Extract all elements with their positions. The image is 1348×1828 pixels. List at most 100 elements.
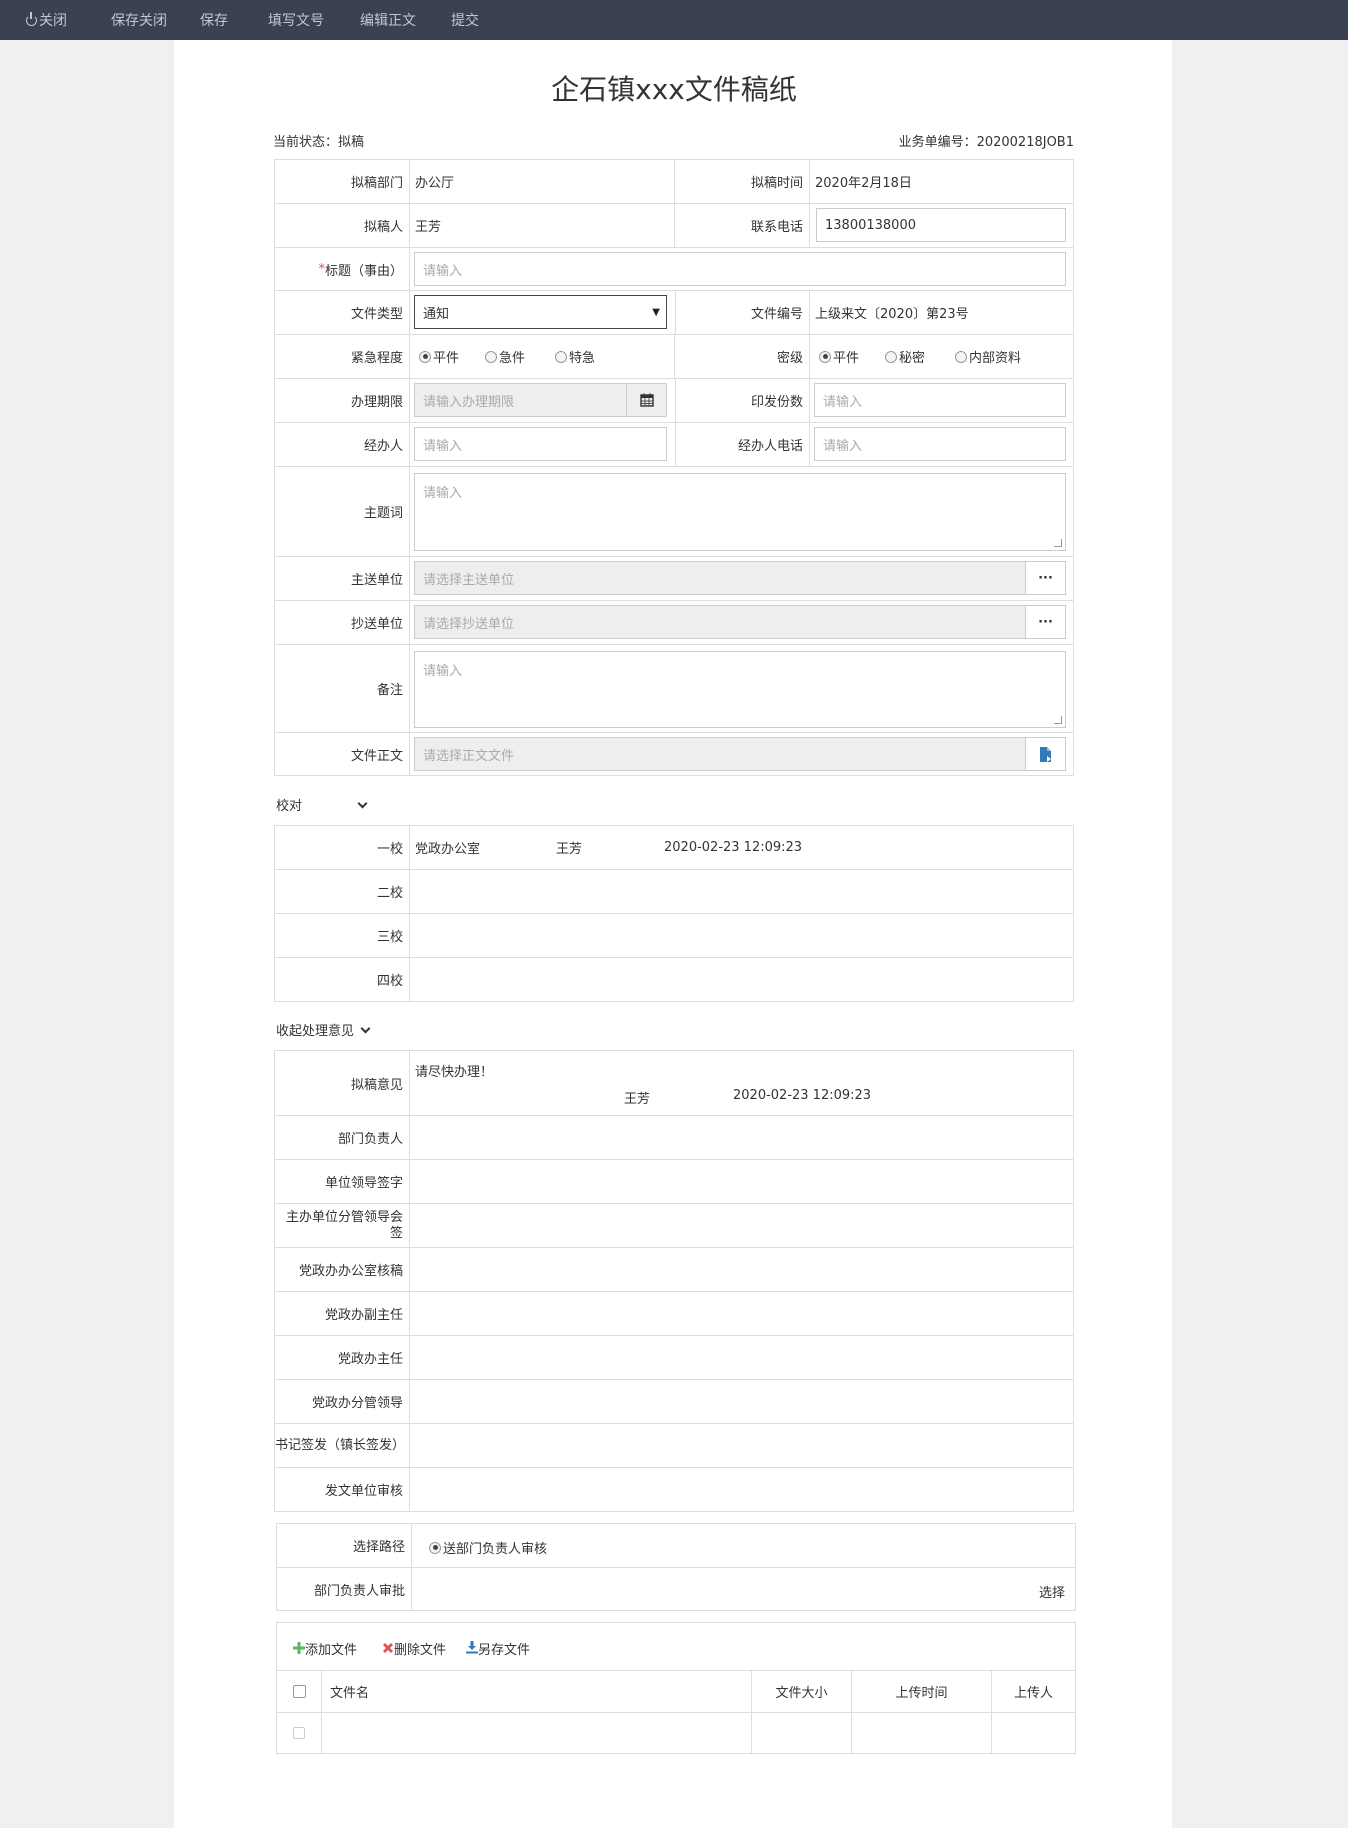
handler-input[interactable]: 请输入 [414,427,667,461]
calendar-button[interactable] [626,384,666,416]
radio-icon [819,350,831,363]
secret-radio-internal[interactable]: 内部资料 [955,347,1021,366]
keywords-textarea[interactable]: 请输入 [414,473,1066,551]
type-select[interactable]: 通知 ▼ [414,295,667,329]
opinion-label: 发文单位审核 [275,1468,410,1511]
form-row: 备注 请输入 [275,645,1073,733]
proof-section-toggle[interactable]: 校对 [276,795,368,814]
opinion-row: 拟稿意见 请尽快办理！ 王芳 2020-02-23 12:09:23 [275,1051,1073,1116]
calendar-icon [639,393,654,407]
proof-row: 一校 党政办公室 王芳 2020-02-23 12:09:23 [275,826,1073,870]
time-value: 2020年2月18日 [815,176,912,191]
delete-icon [383,1643,393,1653]
form-row: 主题词 请输入 [275,467,1073,557]
select-all-cell [277,1671,322,1712]
deadline-input[interactable]: 请输入办理期限 [414,383,667,417]
form-row: 拟稿部门 办公厅 拟稿时间 2020年2月18日 [275,160,1073,204]
select-approver-link[interactable]: 选择 [1039,1582,1065,1601]
save-button[interactable]: 保存 [200,0,228,40]
opinion-label: 书记签发（镇长签发） [275,1424,410,1467]
copies-input[interactable]: 请输入 [814,383,1066,417]
proof-row: 四校 [275,958,1073,1001]
handler-phone-input[interactable]: 请输入 [814,427,1066,461]
secret-radio-normal[interactable]: 平件 [819,347,859,366]
phone-input[interactable]: 13800138000 [816,208,1066,242]
size-cell [752,1713,852,1753]
delete-file-button[interactable]: 删除文件 [382,1639,446,1658]
urgency-radio-normal[interactable]: 平件 [419,347,459,366]
urgency-radio-very-urgent[interactable]: 特急 [555,347,595,366]
edit-body-button[interactable]: 编辑正文 [360,0,416,40]
form-row: 抄送单位 请选择抄送单位 ··· [275,601,1073,645]
radio-icon [885,350,897,363]
remark-textarea[interactable]: 请输入 [414,651,1066,728]
opinion-label: 党政办办公室核稿 [275,1248,410,1291]
select-all-checkbox[interactable] [292,1685,306,1698]
approver-label: 部门负责人审批 [277,1568,412,1610]
download-icon [466,1641,478,1654]
docno-label: 文件编号 [675,291,810,334]
proof-row: 二校 [275,870,1073,914]
fill-number-button[interactable]: 填写文号 [268,0,324,40]
proof-label: 四校 [275,958,410,1001]
title-input[interactable]: 请输入 [414,252,1066,286]
close-button[interactable]: 关闭 [26,0,67,40]
radio-icon [429,1541,441,1554]
author-label: 拟稿人 [275,204,410,247]
title-label: * 标题（事由） [275,248,410,290]
body-label: 文件正文 [275,733,410,776]
submit-button[interactable]: 提交 [451,0,479,40]
form-row: 文件正文 请选择正文文件 [275,733,1073,776]
opinion-label: 主办单位分管领导会签 [275,1204,410,1247]
time-label: 拟稿时间 [675,160,810,203]
radio-icon [555,350,567,363]
file-toolbar: 添加文件 删除文件 另存文件 [277,1623,1075,1671]
opinion-row: 发文单位审核 [275,1468,1073,1511]
copies-label: 印发份数 [675,379,810,422]
opinion-section-toggle[interactable]: 收起处理意见 [276,1020,371,1039]
proof-person: 王芳 [556,842,583,857]
opinion-row: 党政办办公室核稿 [275,1248,1073,1292]
cc-unit-input[interactable]: 请选择抄送单位 ··· [414,605,1066,639]
body-file-input[interactable]: 请选择正文文件 [414,737,1066,771]
main-unit-input[interactable]: 请选择主送单位 ··· [414,561,1066,595]
dept-value: 办公厅 [410,160,675,203]
save-close-button[interactable]: 保存关闭 [111,0,167,40]
cc-unit-label: 抄送单位 [275,601,410,644]
row-checkbox[interactable] [293,1727,305,1739]
route-radio-dept-head[interactable]: 送部门负责人审核 [429,1538,547,1557]
form-row: 紧急程度 平件 急件 特急 密级 平件 秘密 内部资料 [275,335,1073,379]
main-unit-select-button[interactable]: ··· [1025,562,1065,594]
form-row: 主送单位 请选择主送单位 ··· [275,557,1073,601]
urgency-radio-group: 平件 急件 特急 [410,335,675,378]
column-header-size: 文件大小 [752,1671,852,1712]
remark-label: 备注 [275,645,410,732]
opinion-label: 部门负责人 [275,1116,410,1159]
uploader-cell [992,1713,1075,1753]
opinion-label: 党政办分管领导 [275,1380,410,1423]
opinion-row: 党政办主任 [275,1336,1073,1380]
upload-body-button[interactable] [1025,738,1065,770]
opinion-row: 单位领导签字 [275,1160,1073,1204]
file-table-header: 文件名 文件大小 上传时间 上传人 [277,1671,1075,1713]
add-file-button[interactable]: 添加文件 [293,1639,357,1658]
filename-cell [322,1713,752,1753]
route-row: 部门负责人审批 选择 [277,1568,1075,1610]
proof-label: 一校 [275,826,410,869]
secret-radio-secret[interactable]: 秘密 [885,347,925,366]
opinion-row: 党政办分管领导 [275,1380,1073,1424]
save-as-file-button[interactable]: 另存文件 [466,1639,530,1658]
power-icon [26,12,37,26]
cc-unit-select-button[interactable]: ··· [1025,606,1065,638]
form-row: 拟稿人 王芳 联系电话 13800138000 [275,204,1073,248]
file-panel: 添加文件 删除文件 另存文件 文件名 文件大小 上传时间 上传人 [276,1622,1076,1754]
deadline-label: 办理期限 [275,379,410,422]
urgency-radio-urgent[interactable]: 急件 [485,347,525,366]
author-value: 王芳 [410,204,675,247]
column-header-filename: 文件名 [322,1671,752,1712]
proof-label: 三校 [275,914,410,957]
page-title: 企石镇xxx文件稿纸 [551,73,797,106]
draft-opinion-time: 2020-02-23 12:09:23 [733,1088,872,1103]
form-row: 办理期限 请输入办理期限 印发份数 请输入 [275,379,1073,423]
handler-label: 经办人 [275,423,410,466]
